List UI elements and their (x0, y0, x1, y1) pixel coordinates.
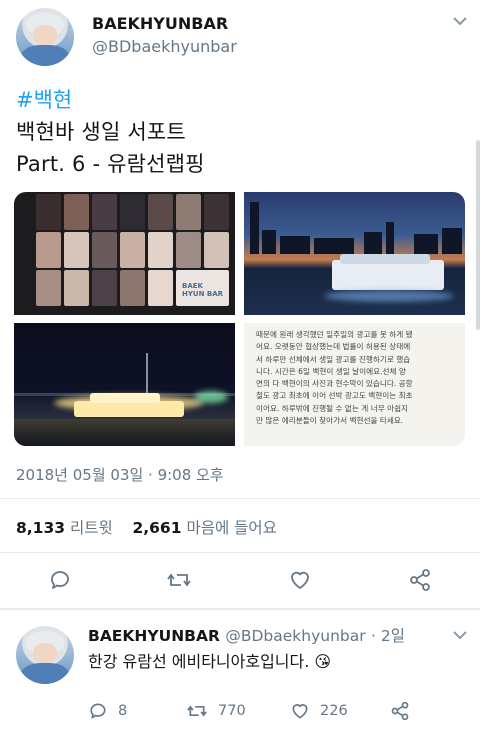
likes-label[interactable]: 마음에 들어요 (186, 519, 277, 537)
scrollbar[interactable] (476, 140, 480, 330)
tweet-timestamp[interactable]: 2018년 05월 03일 · 9:08 오후 (16, 464, 224, 485)
reply-text: 한강 유람선 에비타니아호입니다. 😘 (88, 652, 332, 671)
photo-river-night[interactable] (14, 323, 235, 446)
reply-display-name[interactable]: BAEKHYUNBAR (88, 627, 220, 645)
like-icon[interactable] (288, 568, 312, 592)
avatar-clothes (20, 45, 70, 66)
avatar[interactable] (16, 8, 74, 66)
reply-count[interactable]: 8 (118, 703, 127, 719)
photo-collage[interactable]: BAEK HYUN BAR (14, 192, 235, 315)
retweet-icon[interactable] (166, 568, 192, 592)
divider (0, 552, 480, 553)
chevron-down-icon[interactable] (452, 630, 468, 640)
photo-cruise-skyline[interactable] (244, 192, 465, 315)
article-line: 서 하루만 선체에서 생일 광고를 진행하기로 했습 (256, 354, 411, 364)
avatar-clothes (20, 663, 70, 684)
article-line: 어요. 오랫동안 협상했는데 법률이 허용된 상태에 (256, 342, 411, 352)
reply-like-count[interactable]: 226 (320, 703, 348, 719)
retweets-count[interactable]: 8,133 (16, 519, 65, 537)
user-handle[interactable]: @BDbaekhyunbar (92, 37, 237, 56)
reply-time[interactable]: · 2일 (371, 627, 405, 645)
display-name[interactable]: BAEKHYUNBAR (92, 14, 228, 33)
avatar-face (33, 25, 57, 46)
article-line: 때문에 원래 생각했던 일주일의 광고를 못 하게 됐 (256, 330, 413, 339)
avatar-face (33, 643, 57, 664)
article-line: 면의 다 백현이의 사진과 현수막이 있습니다. 공항 (256, 379, 413, 389)
like-icon[interactable] (290, 701, 310, 721)
share-icon[interactable] (408, 568, 432, 592)
article-line: 만 많은 에리분들이 찾아가서 백현선을 타세요. (256, 416, 404, 426)
divider (0, 498, 480, 499)
retweets-label[interactable]: 리트윗 (70, 519, 113, 537)
photo-article-text[interactable]: 때문에 원래 생각했던 일주일의 광고를 못 하게 됐 어요. 오랫동안 협상했… (244, 323, 465, 446)
reply-header: BAEKHYUNBAR @BDbaekhyunbar · 2일 (88, 624, 405, 646)
article-line: 이어요. 하루밖에 진행될 수 없는 게 너무 아쉽지 (256, 403, 409, 413)
reply-handle[interactable]: @BDbaekhyunbar (225, 627, 365, 645)
share-icon[interactable] (390, 701, 410, 721)
tweet-text-line-2: Part. 6 - 유람선랩핑 (16, 152, 205, 176)
reply-icon[interactable] (48, 568, 72, 592)
tweet-text-line-1: 백현바 생일 서포트 (16, 120, 186, 144)
likes-count[interactable]: 2,661 (132, 519, 181, 537)
article-line: 니다. 시간은 6일 백현이 생일 날이에요.선체 양 (256, 366, 406, 376)
retweet-icon[interactable] (186, 701, 208, 721)
media-grid[interactable]: BAEK HYUN BAR 때문에 원래 생각했던 일주일의 광고를 못 하게 … (14, 192, 465, 446)
article-line: 철도 광고 최초에 이어 선박 광고도 백현이는 최초 (256, 391, 413, 401)
tweet-stats: 8,133 리트윗 2,661 마음에 들어요 (16, 516, 277, 538)
article-text: 때문에 원래 생각했던 일주일의 광고를 못 하게 됐 어요. 오랫동안 협상했… (256, 329, 459, 427)
reply-avatar[interactable] (16, 626, 74, 684)
reply-icon[interactable] (88, 701, 108, 721)
divider (0, 608, 480, 610)
chevron-down-icon[interactable] (452, 16, 468, 26)
hashtag-link[interactable]: #백현 (16, 84, 72, 114)
collage-caption: BAEK HYUN BAR (182, 282, 224, 298)
reply-retweet-count[interactable]: 770 (218, 703, 246, 719)
